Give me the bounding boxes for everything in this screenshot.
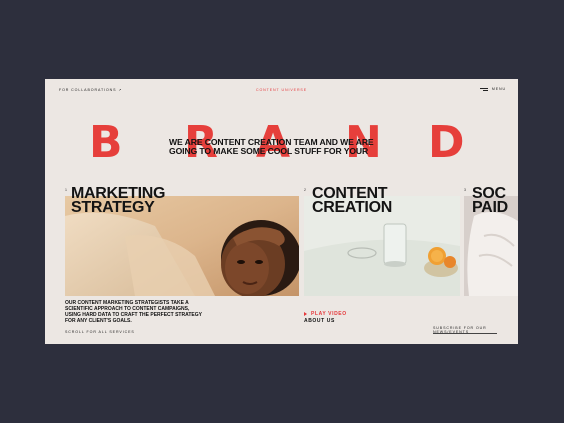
scroll-hint[interactable]: SCROLL FOR ALL SERVICES <box>65 330 135 334</box>
site-title[interactable]: CONTENT UNIVERSE <box>45 88 518 92</box>
top-bar: FOR COLLABORATIONS ↗ CONTENT UNIVERSE ME… <box>45 87 518 96</box>
brand-letter-b: B <box>89 117 123 168</box>
play-icon <box>304 311 307 316</box>
service-title-content[interactable]: CONTENT CREATION <box>312 186 392 216</box>
service-title-line: PAID <box>472 199 508 216</box>
service-title-line: STRATEGY <box>71 199 155 216</box>
service-title-marketing[interactable]: MARKETING STRATEGY <box>71 186 165 216</box>
hero-card: FOR COLLABORATIONS ↗ CONTENT UNIVERSE ME… <box>45 79 518 344</box>
service-title-social[interactable]: SOC PAID <box>472 186 508 216</box>
menu-button[interactable]: MENU <box>479 87 506 91</box>
menu-icon <box>479 87 488 91</box>
play-video-label: PLAY VIDEO <box>311 311 347 317</box>
subscribe-underline <box>433 333 497 334</box>
service-number-2: 2 <box>304 188 306 192</box>
menu-label: MENU <box>491 87 506 91</box>
about-us-link[interactable]: ABOUT US <box>304 318 335 324</box>
service-number-1: 1 <box>65 188 67 192</box>
brand-letter-d: D <box>428 117 465 168</box>
service-title-line: CREATION <box>312 199 392 216</box>
brand-tagline: WE ARE CONTENT CREATION TEAM AND WE ARE … <box>169 137 374 156</box>
play-video-link[interactable]: PLAY VIDEO <box>304 311 347 317</box>
strategy-description: OUR CONTENT MARKETING STRATEGISTS TAKE A… <box>65 300 202 324</box>
service-number-3: 3 <box>464 188 466 192</box>
